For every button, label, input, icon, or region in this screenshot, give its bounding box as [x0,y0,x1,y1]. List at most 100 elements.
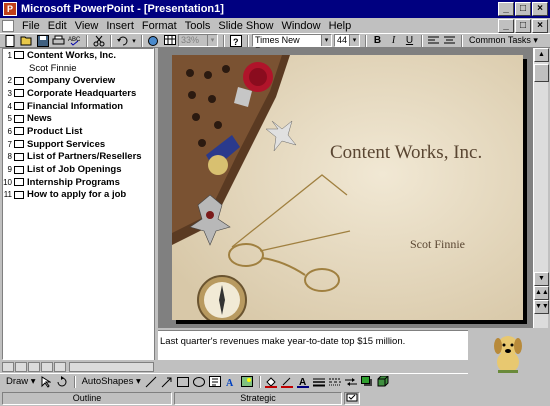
menu-format[interactable]: Format [138,20,181,32]
help-icon[interactable]: ? [228,34,243,47]
chevron-down-icon[interactable]: ▾ [321,35,331,46]
slide-icon[interactable] [14,152,24,161]
new-icon[interactable] [3,34,18,47]
menu-tools[interactable]: Tools [181,20,215,32]
slide-title-text[interactable]: Product List [27,126,82,137]
outline-slide-row[interactable]: 7 Support Services [3,138,153,151]
line-color-icon[interactable] [280,375,295,388]
outline-subtitle-row[interactable]: Scot Finnie [3,62,153,75]
minimize-button[interactable]: _ [498,2,514,16]
wordart-icon[interactable]: A [224,375,239,388]
undo-dropdown-icon[interactable]: ▾ [131,34,137,47]
powerpoint-app-icon[interactable]: P [3,2,17,16]
slide-view-button[interactable] [28,362,40,372]
dash-style-icon[interactable] [328,375,343,388]
slide-icon[interactable] [14,165,24,174]
slide-sorter-view-button[interactable] [41,362,53,372]
outline-hscrollbar[interactable] [69,362,154,372]
hyperlink-icon[interactable] [146,34,161,47]
outline-view-button[interactable] [15,362,27,372]
outline-slide-row[interactable]: 6 Product List [3,125,153,138]
close-button[interactable]: × [532,2,548,16]
slide-icon[interactable] [14,178,24,187]
slide-icon[interactable] [14,127,24,136]
slide-title-text[interactable]: List of Partners/Resellers [27,151,142,162]
notes-pane[interactable]: Last quarter's revenues make year-to-dat… [158,330,468,360]
arrow-icon[interactable] [160,375,175,388]
slide-show-view-button[interactable] [54,362,66,372]
font-size-combo[interactable]: 44 ▾ [334,34,360,47]
outline-slide-row[interactable]: 3 Corporate Headquarters [3,87,153,100]
center-icon[interactable] [442,34,457,47]
slide-icon[interactable] [14,102,24,111]
maximize-button[interactable]: □ [515,2,531,16]
outline-slide-row[interactable]: 8 List of Partners/Resellers [3,151,153,164]
normal-view-button[interactable] [2,362,14,372]
outline-slide-row[interactable]: 1 Content Works, Inc. [3,49,153,62]
slide-subtitle[interactable]: Scot Finnie [410,237,465,252]
rectangle-icon[interactable] [176,375,191,388]
spelling-status-icon[interactable] [344,391,360,405]
slide-title-text[interactable]: Financial Information [27,101,123,112]
italic-button[interactable]: I [386,34,401,47]
slide-icon[interactable] [14,89,24,98]
font-color-icon[interactable]: A [296,375,311,388]
slide-icon[interactable] [14,76,24,85]
assistant-dog-icon[interactable] [468,330,548,374]
slide-icon[interactable] [14,51,24,60]
outline-slide-row[interactable]: 2 Company Overview [3,74,153,87]
outline-slide-row[interactable]: 10 Internship Programs [3,176,153,189]
slide-title-text[interactable]: Content Works, Inc. [27,50,116,61]
next-slide-button[interactable]: ▼▼ [534,300,549,314]
draw-menu-button[interactable]: Draw ▾ [3,376,39,387]
prev-slide-button[interactable]: ▲▲ [534,286,549,300]
zoom-combo[interactable]: 33% ▾ [178,34,218,47]
outline-slide-row[interactable]: 5 News [3,112,153,125]
slide-title-text[interactable]: Internship Programs [27,177,120,188]
notes-text[interactable]: Last quarter's revenues make year-to-dat… [160,336,405,347]
document-icon[interactable] [2,19,14,32]
print-icon[interactable] [51,34,66,47]
slide-title-text[interactable]: List of Job Openings [27,164,121,175]
scroll-thumb[interactable] [534,64,549,82]
menu-view[interactable]: View [71,20,103,32]
slide-title[interactable]: Content Works, Inc. [330,142,482,164]
menu-file[interactable]: File [18,20,44,32]
slide-title-text[interactable]: How to apply for a job [27,189,126,200]
free-rotate-icon[interactable] [55,375,70,388]
office-assistant[interactable] [468,330,548,374]
slide-subtitle-text[interactable]: Scot Finnie [3,63,77,74]
line-icon[interactable] [144,375,159,388]
outline-slide-row[interactable]: 9 List of Job Openings [3,163,153,176]
cut-icon[interactable] [91,34,106,47]
select-arrow-icon[interactable] [39,375,54,388]
slide-scrollbar[interactable]: ▲ ▲▲ ▼▼ ▼ [533,48,549,328]
slide-icon[interactable] [14,190,24,199]
spelling-icon[interactable]: ABC [67,34,82,47]
outline-pane[interactable]: 1 Content Works, Inc. Scot Finnie 2 Company … [2,48,154,360]
chevron-down-icon[interactable]: ▾ [207,35,217,46]
doc-minimize-button[interactable]: _ [498,19,514,33]
underline-button[interactable]: U [402,34,417,47]
oval-icon[interactable] [192,375,207,388]
menu-help[interactable]: Help [325,20,356,32]
save-icon[interactable] [35,34,50,47]
arrow-style-icon[interactable] [344,375,359,388]
slide-title-text[interactable]: Support Services [27,139,105,150]
table-icon[interactable] [162,34,177,47]
autoshapes-menu-button[interactable]: AutoShapes ▾ [79,376,144,387]
slide-icon[interactable] [14,114,24,123]
menu-slide-show[interactable]: Slide Show [214,20,277,32]
chevron-down-icon[interactable]: ▾ [349,35,359,46]
3d-icon[interactable] [376,375,391,388]
outline-slide-row[interactable]: 11 How to apply for a job [3,189,153,202]
text-box-icon[interactable] [208,375,223,388]
menu-window[interactable]: Window [277,20,324,32]
slide-icon[interactable] [14,140,24,149]
clip-art-icon[interactable] [240,375,255,388]
shadow-icon[interactable] [360,375,375,388]
open-icon[interactable] [19,34,34,47]
outline-slide-row[interactable]: 4 Financial Information [3,100,153,113]
slide-title-text[interactable]: News [27,113,52,124]
menu-edit[interactable]: Edit [44,20,71,32]
